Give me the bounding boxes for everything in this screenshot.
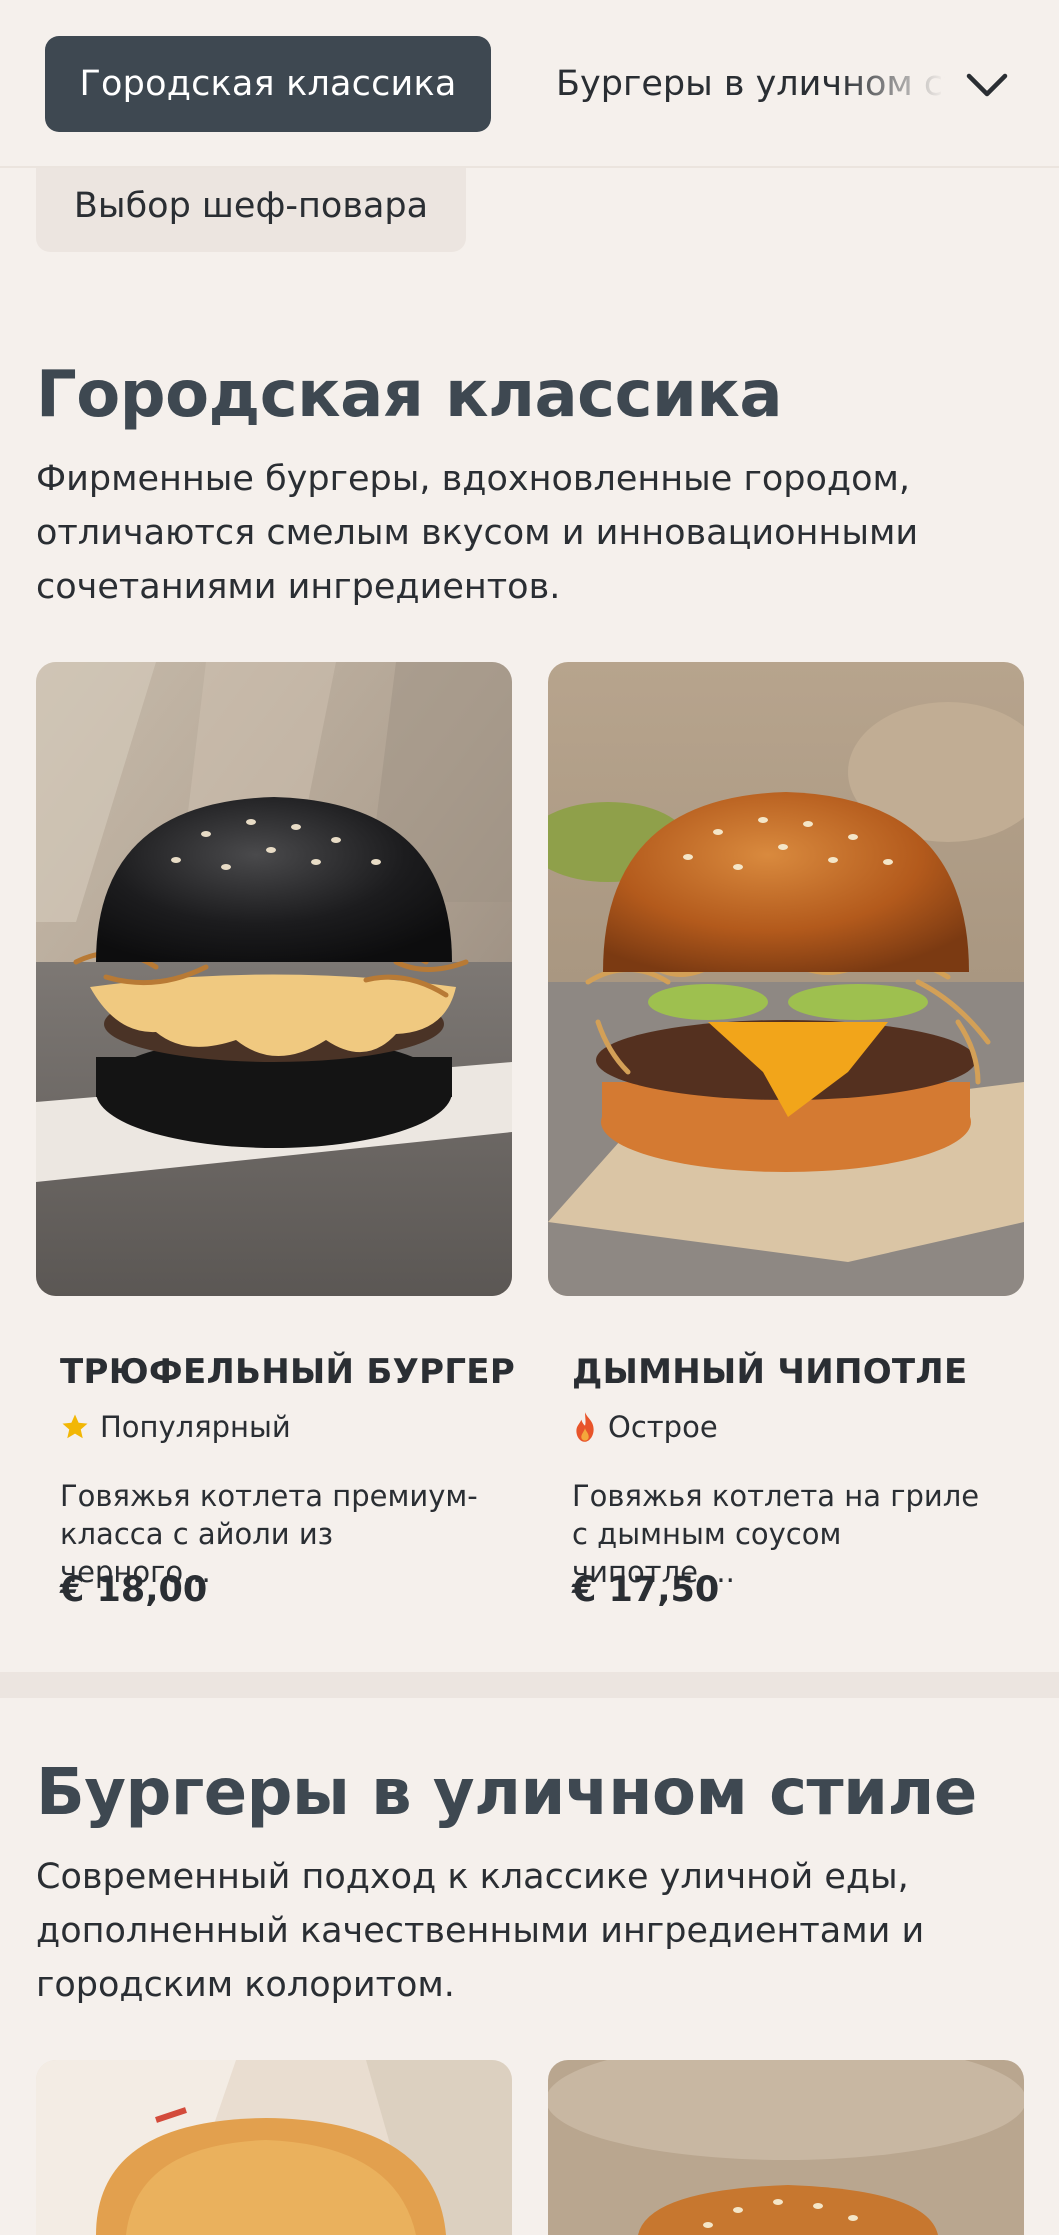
burger-image	[548, 2060, 1024, 2235]
item-tag: Острое	[572, 1410, 718, 1444]
category-tab-bar: Городская классика Бургеры в уличном сти…	[0, 0, 1059, 168]
menu-page: Городская классика Бургеры в уличном сти…	[0, 0, 1059, 2235]
item-price: € 18,00	[60, 1570, 208, 1610]
tab-chef-choice[interactable]: Выбор шеф-повара	[36, 160, 466, 252]
item-tag: Популярный	[60, 1410, 291, 1444]
tab-urban-classics[interactable]: Городская классика	[45, 36, 491, 132]
menu-item-card[interactable]	[36, 2060, 512, 2235]
chevron-down-icon[interactable]	[962, 60, 1012, 110]
burger-image	[36, 662, 512, 1296]
section-description: Фирменные бургеры, вдохновленные городом…	[36, 459, 919, 607]
burger-image	[548, 662, 1024, 1296]
section-description: Современный подход к классике уличной ед…	[36, 1857, 925, 2005]
star-icon	[62, 1414, 88, 1439]
menu-item-card[interactable]: ТРЮФЕЛЬНЫЙ БУРГЕР Популярный Говяжья кот…	[36, 662, 515, 1610]
section-title: Бургеры в уличном стиле	[36, 1756, 977, 1830]
item-tag-label: Острое	[608, 1410, 718, 1444]
item-price: € 17,50	[572, 1570, 720, 1610]
item-name: ТРЮФЕЛЬНЫЙ БУРГЕР	[60, 1352, 516, 1392]
burger-image	[36, 2060, 512, 2235]
item-tag-label: Популярный	[100, 1410, 291, 1444]
section-divider	[0, 1672, 1059, 1698]
fire-icon	[576, 1412, 594, 1442]
section-title: Городская классика	[36, 358, 783, 432]
menu-item-card[interactable]: ДЫМНЫЙ ЧИПОТЛЕ Острое Говяжья котлета на…	[548, 662, 1024, 1610]
tab-street-style[interactable]: Бургеры в уличном стиле	[556, 36, 956, 132]
item-name: ДЫМНЫЙ ЧИПОТЛЕ	[572, 1352, 968, 1392]
menu-item-card[interactable]	[548, 2060, 1024, 2235]
